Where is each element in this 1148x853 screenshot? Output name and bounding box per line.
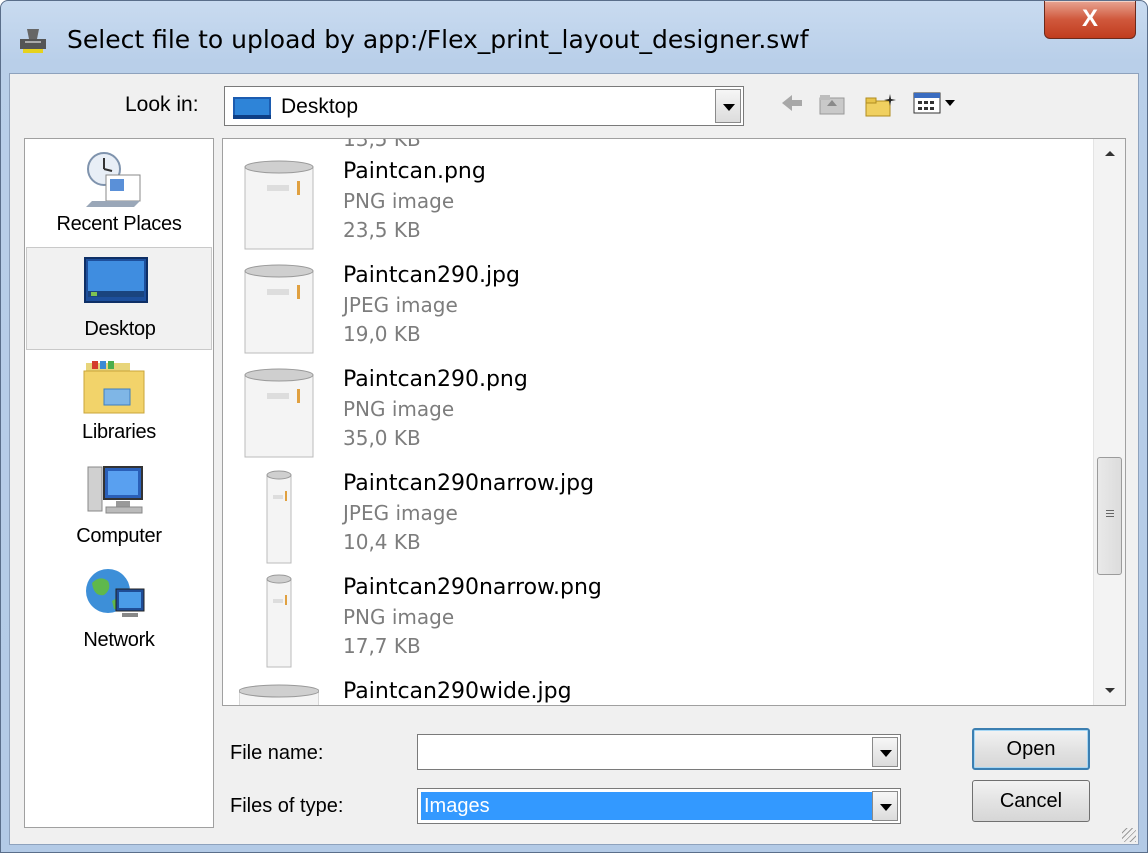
place-computer[interactable]: Computer [26,455,212,558]
places-bar: Recent Places Desktop Libraries Computer… [24,138,214,828]
look-in-label: Look in: [125,93,199,116]
scroll-down-arrow-icon[interactable] [1094,675,1125,705]
place-desktop[interactable]: Desktop [26,247,212,350]
files-of-type-dropdown-button[interactable] [872,791,898,821]
files-of-type-label: Files of type: [230,795,344,817]
place-libraries[interactable]: Libraries [26,351,212,454]
place-recent-places[interactable]: Recent Places [26,143,212,246]
file-item[interactable]: Paintcan290.png PNG image 35,0 KB [223,363,1083,467]
file-type: JPEG image [343,501,458,525]
grip-icon [1106,510,1114,511]
printer-app-icon [20,29,46,53]
place-label: Libraries [82,421,156,443]
place-label: Recent Places [56,213,182,235]
file-size: 10,4 KB [343,530,421,554]
file-size: 23,5 KB [343,218,421,242]
narrow-paint-can-thumbnail [266,574,292,668]
back-arrow-icon[interactable] [780,92,804,114]
wide-paint-can-thumbnail [239,684,319,705]
files-of-type-combo[interactable]: Images [417,788,901,824]
libraries-icon [83,361,145,414]
file-item[interactable]: Paintcan290narrow.jpg JPEG image 10,4 KB [223,467,1083,571]
recent-places-icon [86,152,141,207]
narrow-paint-can-thumbnail [266,470,292,564]
file-type: PNG image [343,397,455,421]
up-folder-icon[interactable] [818,92,846,116]
dialog-client-area: Look in: Desktop Recent Places Desktop L… [9,73,1139,845]
file-item[interactable]: Paintcan290wide.jpg [223,675,1083,705]
file-name: Paintcan290.jpg [343,263,520,288]
file-type: PNG image [343,605,455,629]
new-folder-icon[interactable] [864,92,898,118]
scrollbar-thumb[interactable] [1097,457,1122,575]
file-size: 35,0 KB [343,426,421,450]
file-item[interactable]: Paintcan290.jpg JPEG image 19,0 KB [223,259,1083,363]
file-dialog-window: Select file to upload by app:/Flex_print… [0,0,1148,853]
file-type: PNG image [343,189,455,213]
partial-file-size: 13,5 KB [343,138,421,151]
look-in-dropdown-button[interactable] [715,89,741,123]
paint-can-thumbnail [244,368,314,458]
cancel-button[interactable]: Cancel [972,780,1090,822]
file-name: Paintcan290wide.jpg [343,679,572,704]
file-name-label: File name: [230,742,324,764]
file-list[interactable]: 13,5 KB Paintcan.png PNG image 23,5 KB P… [222,138,1126,706]
window-title: Select file to upload by app:/Flex_print… [67,25,809,54]
file-type: JPEG image [343,293,458,317]
file-item[interactable]: Paintcan290narrow.png PNG image 17,7 KB [223,571,1083,675]
resize-grip-icon[interactable] [1122,828,1136,842]
open-button[interactable]: Open [972,728,1090,770]
close-button[interactable]: X [1044,1,1136,39]
file-name: Paintcan.png [343,159,486,184]
paint-can-thumbnail [244,264,314,354]
view-menu-icon[interactable] [912,90,962,116]
file-name-combo[interactable] [417,734,901,770]
file-name-input[interactable] [421,738,424,766]
place-label: Desktop [84,318,156,340]
file-size: 17,7 KB [343,634,421,658]
look-in-combo[interactable]: Desktop [224,86,744,126]
scroll-up-arrow-icon[interactable] [1094,139,1125,169]
look-in-value: Desktop [281,95,359,118]
file-name-dropdown-button[interactable] [872,737,898,767]
desktop-small-icon [233,97,271,119]
file-name: Paintcan290.png [343,367,528,392]
place-network[interactable]: Network [26,559,212,662]
file-name: Paintcan290narrow.png [343,575,602,600]
network-icon [86,569,145,617]
files-of-type-value: Images [421,792,873,820]
title-bar[interactable]: Select file to upload by app:/Flex_print… [1,1,1147,73]
desktop-icon [84,257,148,303]
file-name: Paintcan290narrow.jpg [343,471,595,496]
place-label: Network [83,629,155,651]
file-item[interactable]: Paintcan.png PNG image 23,5 KB [223,155,1083,259]
computer-icon [87,466,143,514]
file-size: 19,0 KB [343,322,421,346]
paint-can-thumbnail [244,160,314,250]
place-label: Computer [76,525,162,547]
vertical-scrollbar[interactable] [1093,139,1125,705]
